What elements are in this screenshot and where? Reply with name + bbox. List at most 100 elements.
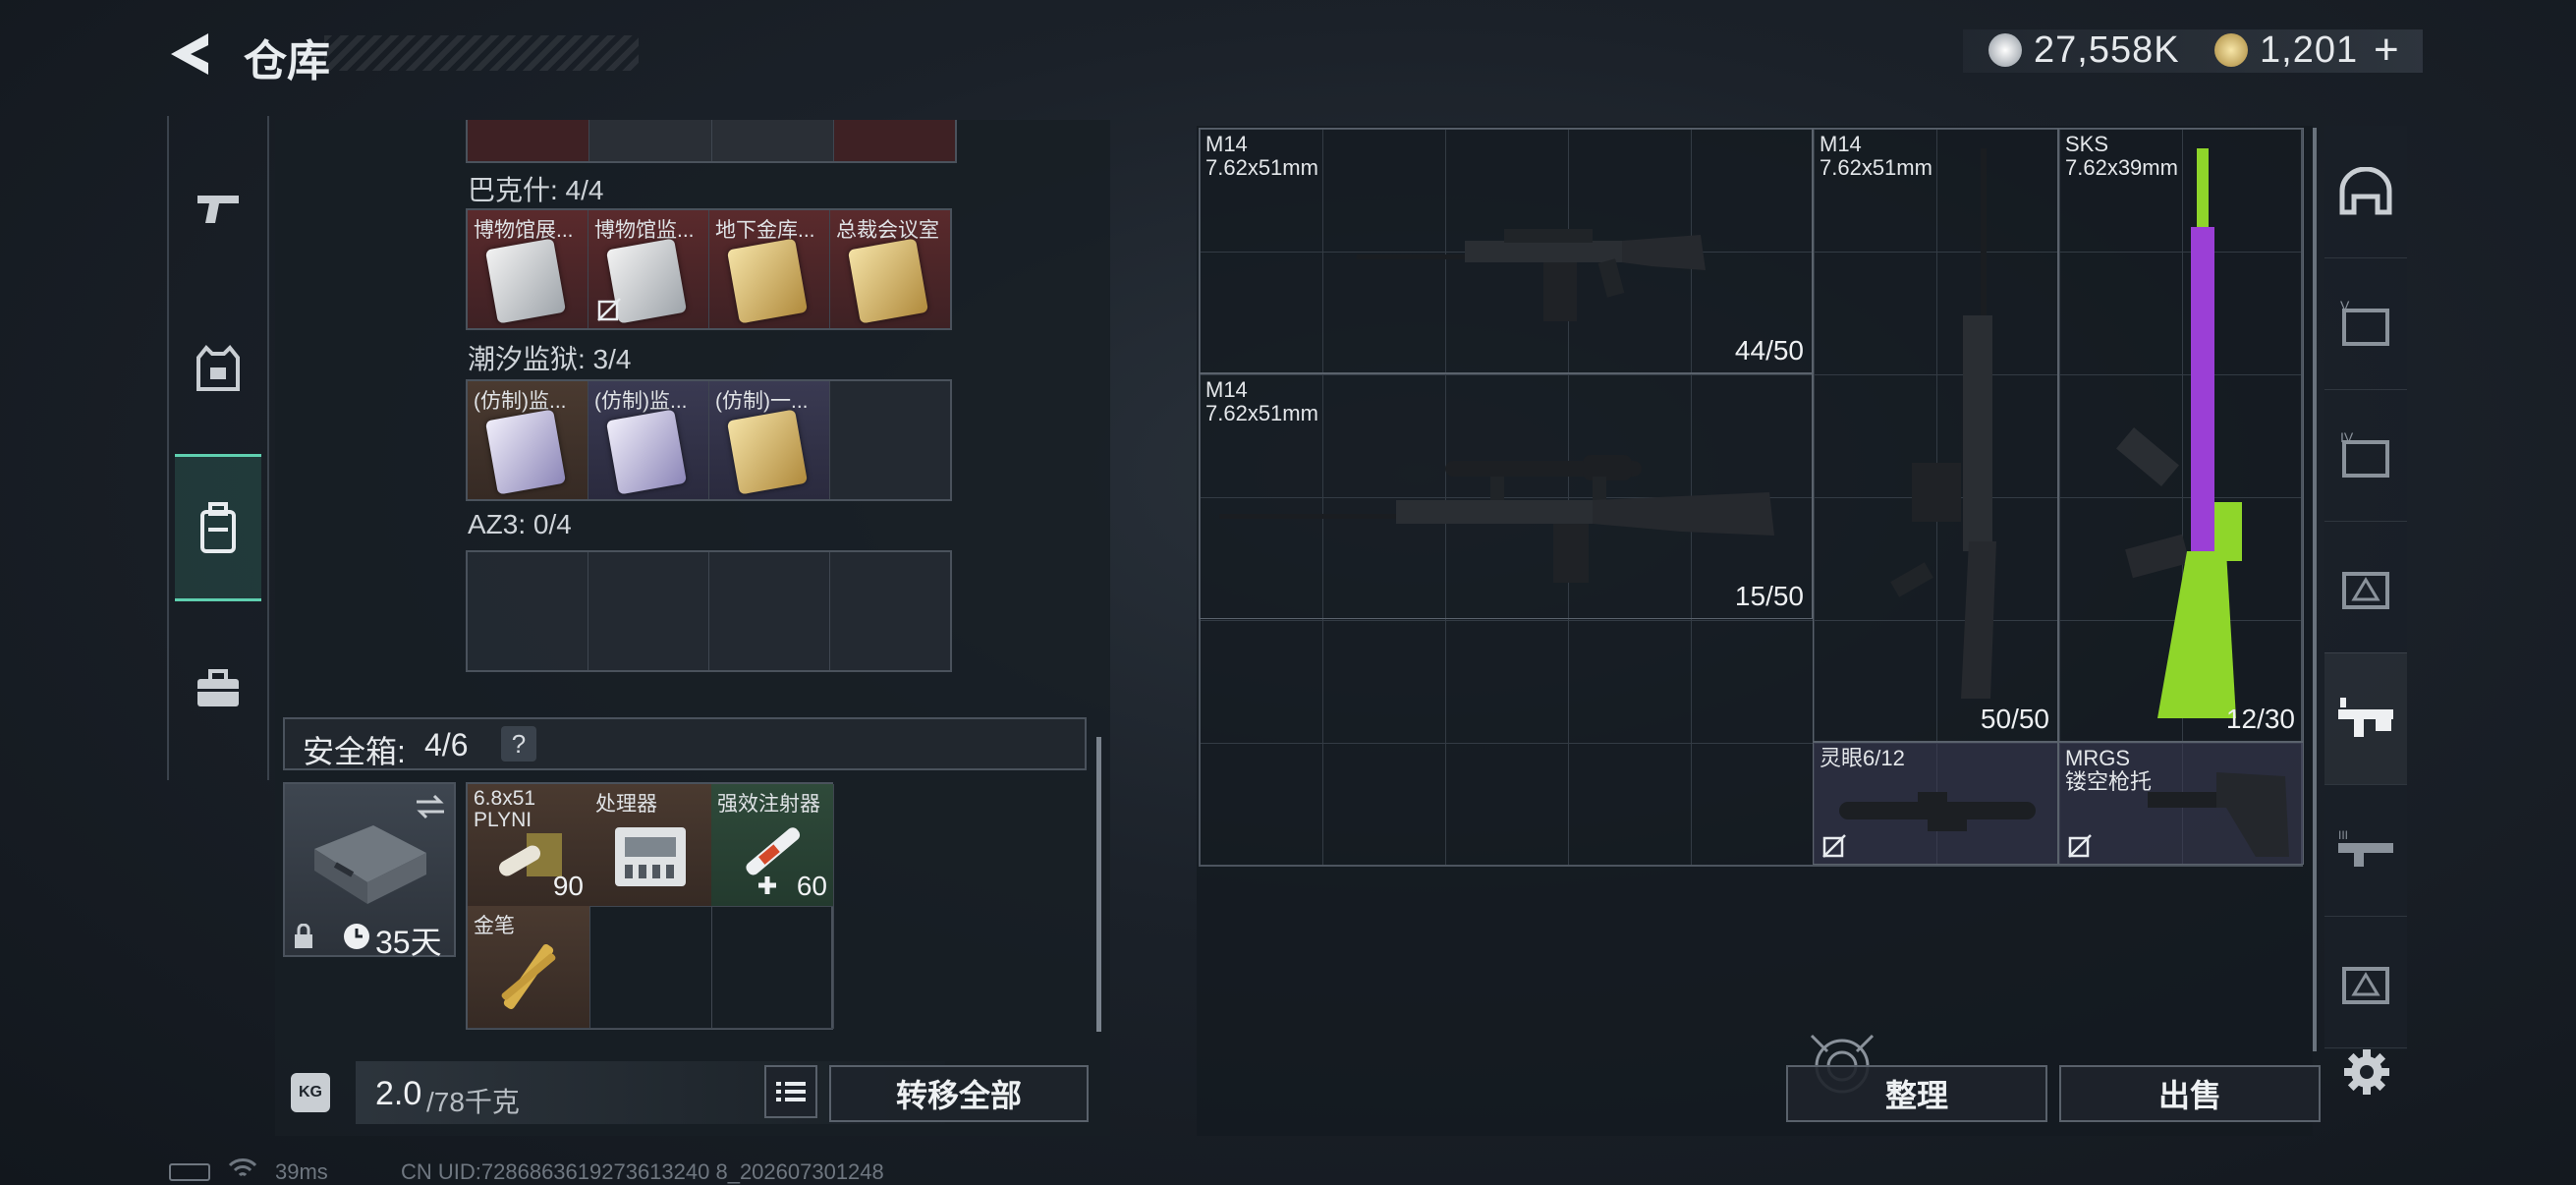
safe-box-grid: 6.8x51 PLYNI 90 处理器 强效注射器 60 金笔 <box>466 782 834 1030</box>
empty-key-slot[interactable] <box>830 381 950 499</box>
category-armor-iv[interactable]: IV <box>2324 389 2407 522</box>
weight-value: 2.0 <box>375 1075 422 1112</box>
gold-pen-icon <box>501 944 556 1009</box>
item-name: 总裁会议室 <box>836 219 939 242</box>
nav-backpack-tab[interactable] <box>175 454 261 601</box>
weapon-tier-icon: III <box>2338 828 2393 867</box>
kg-icon: KG <box>291 1073 330 1112</box>
empty-key-slot[interactable] <box>709 552 830 670</box>
list-view-button[interactable] <box>764 1065 817 1118</box>
armor-tier-icon <box>2342 572 2389 609</box>
add-currency-button[interactable]: + <box>2374 26 2400 75</box>
stash-item-scope[interactable]: 灵眼6/12 <box>1813 742 2058 865</box>
item-name: M14 <box>1205 377 1248 402</box>
key-slot[interactable]: 地下金库... <box>709 210 830 328</box>
empty-key-slot[interactable] <box>468 552 588 670</box>
group-label-tidal-prison: 潮汐监狱: 3/4 <box>468 344 632 374</box>
safe-slot-empty[interactable] <box>589 906 712 1029</box>
category-weapon-iii[interactable]: III <box>2324 784 2407 917</box>
item-name: (仿制)监... <box>474 390 567 413</box>
safe-box-days: 35天 <box>375 925 442 960</box>
stash-item-m14[interactable]: M14 7.62x51mm 15/50 <box>1199 373 1813 619</box>
nav-armor-tab[interactable] <box>175 295 261 442</box>
left-scrollbar[interactable] <box>1096 737 1101 1032</box>
item-count: 50/50 <box>1980 704 2049 734</box>
nav-case-tab[interactable] <box>175 615 261 762</box>
transfer-all-button[interactable]: 转移全部 <box>829 1065 1089 1122</box>
cut-off-slot-row <box>466 120 957 163</box>
sell-button[interactable]: 出售 <box>2059 1065 2321 1122</box>
item-name: 地下金库... <box>715 219 815 242</box>
key-slot[interactable]: 总裁会议室 <box>830 210 950 328</box>
keycard-icon <box>605 409 688 495</box>
misc-tier-icon <box>2342 967 2389 1004</box>
lock-icon <box>295 924 312 948</box>
key-slot[interactable]: (仿制)监... <box>468 381 588 499</box>
weight-bar: KG 2.0 /78千克 转移全部 <box>283 1061 1089 1124</box>
untradeable-icon <box>597 298 621 321</box>
stash-item-stock[interactable]: MRGS 镂空枪托 <box>2058 742 2304 865</box>
pistol-icon <box>197 196 239 223</box>
category-helmet[interactable] <box>2324 126 2407 258</box>
plus-icon <box>758 876 776 894</box>
key-slot[interactable]: (仿制)监... <box>588 381 709 499</box>
safe-slot-injector[interactable]: 强效注射器 60 <box>711 784 834 907</box>
item-name: M14 <box>1205 132 1248 156</box>
safe-slot-empty[interactable] <box>711 906 834 1029</box>
rifle-vertical-icon <box>1890 148 1996 699</box>
empty-key-slot[interactable] <box>588 552 709 670</box>
key-slot[interactable]: 博物馆展... <box>468 210 588 328</box>
key-slot[interactable]: 博物馆监... <box>588 210 709 328</box>
scope-icon <box>1839 792 2036 831</box>
battery-icon <box>169 1163 210 1181</box>
sks-rifle-icon <box>2116 148 2242 718</box>
title-decoration <box>324 35 639 71</box>
safe-slot-ammo[interactable]: 6.8x51 PLYNI 90 <box>468 784 590 907</box>
item-name: MRGS <box>2065 746 2130 770</box>
key-slot[interactable]: (仿制)一... <box>709 381 830 499</box>
help-button[interactable]: ? <box>501 726 536 762</box>
silver-currency-value: 27,558K <box>2034 29 2180 71</box>
wifi-icon <box>228 1158 257 1177</box>
settings-gear-icon[interactable] <box>2342 1047 2391 1097</box>
briefcase-icon <box>197 669 239 706</box>
svg-text:IV: IV <box>2340 430 2354 445</box>
rifle-icon <box>1357 229 1706 321</box>
safe-case-icon <box>314 825 426 904</box>
item-name: 处理器 <box>595 793 657 816</box>
safe-box-header: 安全箱: 4/6 ? <box>283 717 1087 770</box>
swap-icon[interactable] <box>413 792 448 821</box>
armor-tier-icon: IV <box>2340 430 2389 478</box>
sort-button[interactable]: 整理 <box>1786 1065 2047 1122</box>
keycard-icon <box>484 409 567 495</box>
stash-item-m14[interactable]: M14 7.62x51mm 44/50 <box>1199 128 1813 373</box>
safe-slot-processor[interactable]: 处理器 <box>589 784 712 907</box>
category-armor-v[interactable]: V <box>2324 257 2407 390</box>
item-caliber: 7.62x51mm <box>1205 155 1318 180</box>
key-slot-row <box>466 550 952 672</box>
group-label-az3: AZ3: 0/4 <box>468 509 572 539</box>
gold-currency-value: 1,201 <box>2260 29 2359 71</box>
back-arrow-icon[interactable] <box>165 29 214 79</box>
category-misc-iii[interactable] <box>2324 916 2407 1048</box>
svg-text:III: III <box>2338 828 2348 842</box>
keycard-icon <box>726 409 809 495</box>
key-slot-row: 博物馆展... 博物馆监... 地下金库... 总裁会议室 <box>466 208 952 330</box>
item-count: 44/50 <box>1734 335 1804 366</box>
category-armor-iii[interactable] <box>2324 521 2407 653</box>
category-rifle[interactable] <box>2324 652 2407 785</box>
nav-weapon-tab[interactable] <box>175 136 261 283</box>
clock-icon <box>344 924 369 949</box>
untradeable-icon <box>1822 834 1846 858</box>
uid-text: CN UID:7286863619273613240 8_20260730124… <box>401 1159 884 1184</box>
item-count: 12/30 <box>2225 704 2295 734</box>
processor-icon <box>615 827 686 886</box>
stash-item-sks[interactable]: SKS 7.62x39mm 12/30 <box>2058 128 2304 742</box>
stash-scrollbar[interactable] <box>2313 128 2317 1051</box>
empty-key-slot[interactable] <box>830 552 950 670</box>
safe-slot-gold-pen[interactable]: 金笔 <box>468 906 590 1029</box>
weight-capacity: /78千克 <box>426 1087 520 1117</box>
stash-item-m14-vertical[interactable]: M14 7.62x51mm 50/50 <box>1813 128 2058 742</box>
item-quantity: 60 <box>796 871 827 901</box>
safe-box-container[interactable]: 35天 <box>283 782 456 960</box>
